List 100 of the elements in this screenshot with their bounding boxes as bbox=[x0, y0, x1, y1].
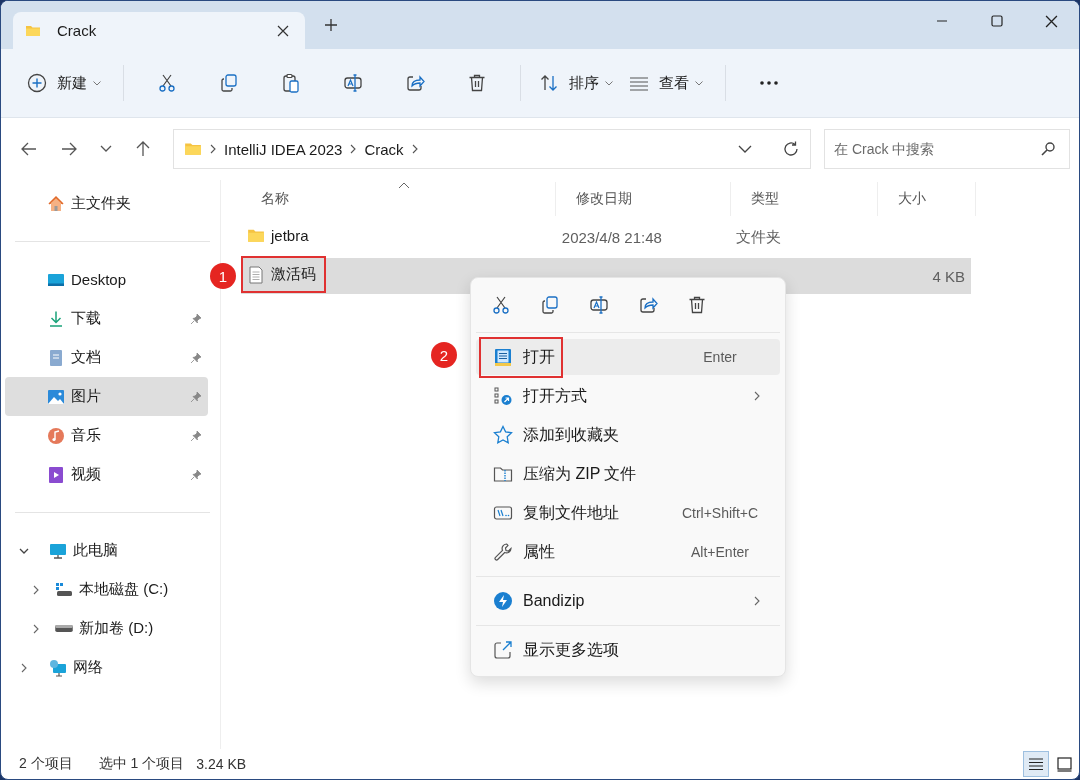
drive-icon bbox=[55, 625, 73, 632]
window-tab[interactable]: Crack bbox=[13, 12, 305, 49]
more-icon bbox=[759, 81, 779, 85]
clipboard-icon bbox=[281, 73, 301, 93]
drive-icon bbox=[55, 580, 73, 599]
sidebar-item[interactable]: 主文件夹 bbox=[5, 184, 208, 223]
close-icon bbox=[277, 24, 289, 37]
music-icon bbox=[47, 426, 65, 445]
sidebar-item[interactable]: 下载 bbox=[5, 299, 208, 338]
search-field[interactable]: 在 Crack 中搜索 bbox=[824, 129, 1070, 169]
sort-caret-icon bbox=[398, 182, 410, 189]
sidebar-item[interactable]: 图片 bbox=[5, 377, 208, 416]
lightning-icon bbox=[493, 591, 513, 611]
column-header[interactable]: 名称 bbox=[241, 182, 556, 216]
open-with-icon bbox=[493, 386, 513, 406]
sidebar-item[interactable]: Desktop bbox=[5, 260, 208, 299]
share-icon bbox=[638, 295, 658, 315]
tree-item[interactable]: 新加卷 (D:) bbox=[5, 609, 208, 648]
selection-size: 3.24 KB bbox=[196, 756, 247, 772]
network-icon bbox=[49, 658, 67, 677]
plus-icon bbox=[324, 18, 338, 32]
caret-icon bbox=[93, 80, 101, 86]
maximize-icon bbox=[990, 15, 1003, 27]
monitor-icon bbox=[49, 541, 67, 560]
shortcut-text: Enter bbox=[702, 349, 738, 365]
wrench-icon bbox=[493, 542, 513, 562]
copy-icon bbox=[219, 73, 239, 93]
tree-item[interactable]: 本地磁盘 (C:) bbox=[5, 570, 208, 609]
menu-item[interactable]: 显示更多选项 bbox=[476, 632, 780, 668]
sidebar-item[interactable]: 音乐 bbox=[5, 416, 208, 455]
rename-icon bbox=[343, 73, 363, 93]
new-button[interactable]: 新建 bbox=[23, 65, 109, 101]
document-icon bbox=[47, 348, 65, 367]
tree-item[interactable]: 网络 bbox=[5, 648, 208, 687]
star-icon bbox=[493, 425, 513, 445]
close-icon bbox=[1045, 14, 1058, 28]
up-arrow-icon bbox=[134, 140, 152, 158]
address-bar[interactable]: IntelliJ IDEA 2023 Crack bbox=[173, 129, 811, 169]
file-row[interactable]: jetbra 2023/4/8 21:48 文件夹 bbox=[241, 219, 971, 255]
zip-folder-icon bbox=[493, 464, 513, 484]
tree-item[interactable]: 此电脑 bbox=[5, 531, 208, 570]
step-badge: 1 bbox=[210, 263, 236, 289]
picture-icon bbox=[47, 387, 65, 406]
trash-icon bbox=[687, 295, 707, 315]
scissors-icon bbox=[157, 73, 177, 93]
forward-arrow-icon bbox=[60, 140, 78, 158]
menu-item[interactable]: 添加到收藏夹 bbox=[476, 417, 780, 453]
chevron-down-icon bbox=[738, 144, 752, 154]
menu-item[interactable]: 属性 Alt+Enter bbox=[476, 534, 780, 570]
menu-item[interactable]: 压缩为 ZIP 文件 bbox=[476, 456, 780, 492]
table-cell-text: 2023/4/8 21:48 bbox=[560, 228, 663, 246]
chevron-icon bbox=[411, 144, 418, 154]
path-icon bbox=[493, 503, 513, 523]
sort-arrows-icon bbox=[539, 73, 559, 93]
table-cell-text: 4 KB bbox=[931, 267, 966, 285]
plus-circle-icon bbox=[27, 73, 47, 93]
minimize-icon bbox=[935, 20, 948, 22]
chevron-down-icon bbox=[100, 145, 112, 153]
back-arrow-icon bbox=[20, 140, 38, 158]
share-icon bbox=[405, 73, 425, 93]
shortcut-text: Ctrl+Shift+C bbox=[680, 505, 760, 521]
breadcrumb[interactable]: IntelliJ IDEA 2023 bbox=[224, 140, 343, 158]
file-name: jetbra bbox=[271, 227, 309, 244]
list-icon bbox=[1028, 758, 1044, 770]
tile-icon bbox=[1056, 756, 1072, 772]
external-icon bbox=[493, 640, 513, 660]
folder-icon bbox=[184, 140, 202, 158]
copy-icon bbox=[540, 295, 560, 315]
sort-button[interactable]: 排序 bbox=[535, 65, 621, 101]
chevron-icon bbox=[210, 144, 216, 154]
sidebar-item[interactable]: 视频 bbox=[5, 455, 208, 494]
sidebar-item[interactable]: 文档 bbox=[5, 338, 208, 377]
scissors-icon bbox=[491, 295, 511, 315]
view-button[interactable]: 查看 bbox=[625, 65, 711, 101]
shortcut-text: Alt+Enter bbox=[690, 544, 750, 560]
column-header[interactable]: 修改日期 bbox=[556, 182, 731, 216]
rename-icon bbox=[589, 295, 609, 315]
trash-icon bbox=[467, 73, 487, 93]
selection-info: 选中 1 个项目 bbox=[98, 755, 185, 773]
item-count: 2 个项目 bbox=[19, 755, 73, 773]
home-icon bbox=[47, 194, 65, 213]
table-cell-text: 文件夹 bbox=[734, 227, 782, 247]
column-header[interactable]: 大小 bbox=[878, 182, 976, 216]
step-badge: 2 bbox=[431, 342, 457, 368]
details-view-button[interactable] bbox=[1023, 751, 1049, 777]
caret-icon bbox=[605, 80, 613, 86]
chevron-icon bbox=[350, 144, 357, 154]
menu-item[interactable]: 复制文件地址 Ctrl+Shift+C bbox=[476, 495, 780, 531]
search-icon bbox=[1040, 141, 1056, 157]
download-icon bbox=[47, 309, 65, 328]
column-header[interactable]: 类型 bbox=[731, 182, 878, 216]
file-name: 激活码 bbox=[271, 265, 316, 285]
text-file-icon bbox=[247, 265, 265, 284]
caret-icon bbox=[695, 80, 703, 86]
video-icon bbox=[47, 465, 65, 484]
refresh-icon bbox=[782, 140, 800, 158]
breadcrumb[interactable]: Crack bbox=[364, 140, 404, 158]
menu-item[interactable]: Bandizip bbox=[476, 583, 780, 619]
notepad-icon bbox=[493, 347, 513, 367]
menu-item[interactable]: 打开方式 bbox=[476, 378, 780, 414]
